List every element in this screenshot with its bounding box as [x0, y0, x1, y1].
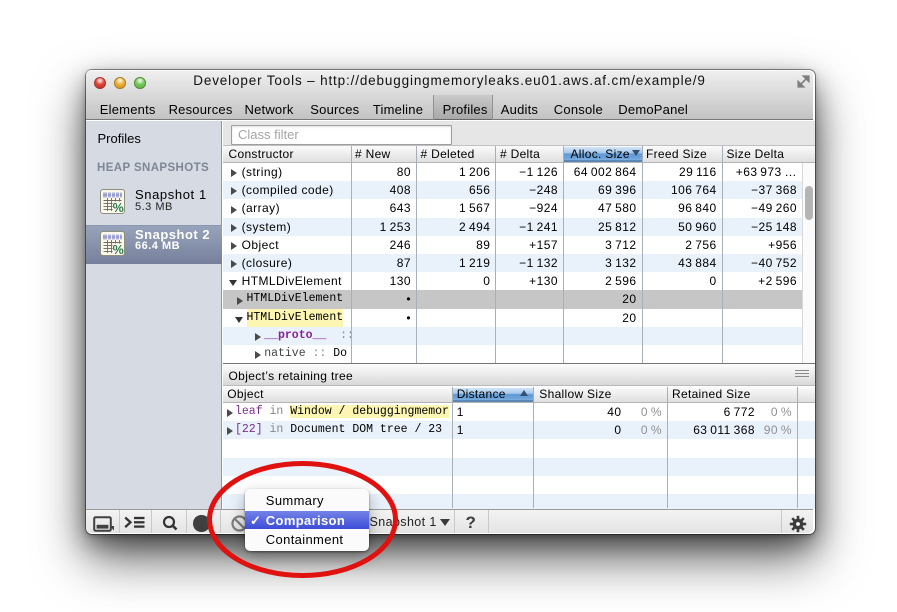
svg-text:%: % [113, 243, 124, 256]
svg-text:%: % [113, 201, 124, 214]
